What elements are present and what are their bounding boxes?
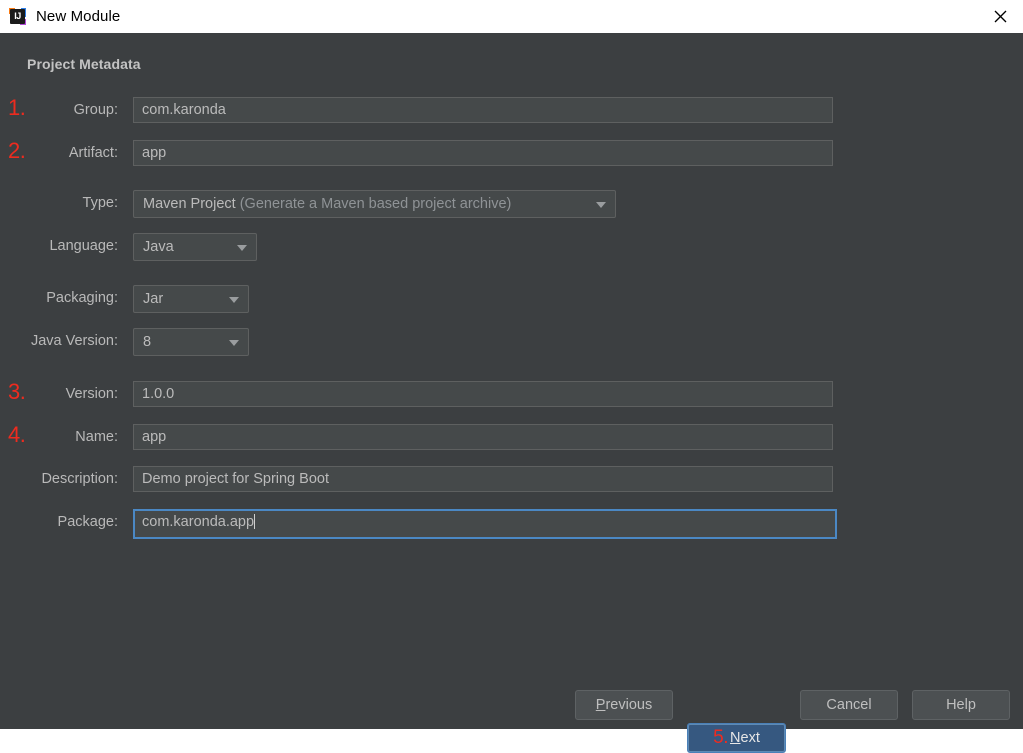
chevron-down-icon — [237, 245, 247, 251]
next-mnemonic: N — [730, 730, 740, 746]
combo-java-version[interactable]: 8 — [133, 328, 249, 356]
label-packaging: Packaging: — [0, 285, 118, 311]
combo-type-hint: (Generate a Maven based project archive) — [240, 196, 512, 212]
new-module-dialog: IJ New Module Project Metadata 1. Group:… — [0, 0, 1023, 729]
help-button[interactable]: Help — [912, 690, 1010, 720]
label-artifact: Artifact: — [0, 140, 118, 166]
cancel-button[interactable]: Cancel — [800, 690, 898, 720]
previous-button[interactable]: Previous — [575, 690, 673, 720]
input-package[interactable]: com.karonda.app — [133, 509, 837, 539]
chevron-down-icon — [596, 202, 606, 208]
label-type: Type: — [0, 190, 118, 216]
intellij-idea-icon: IJ — [9, 8, 26, 25]
combo-language-value: Java — [143, 239, 174, 255]
combo-type[interactable]: Maven Project (Generate a Maven based pr… — [133, 190, 616, 218]
label-group: Group: — [0, 97, 118, 123]
window-title: New Module — [36, 8, 120, 25]
input-package-value: com.karonda.app — [142, 514, 254, 530]
chevron-down-icon — [229, 297, 239, 303]
label-name: Name: — [0, 424, 118, 450]
annotation-number-5: 5. — [713, 727, 728, 748]
title-bar: IJ New Module — [0, 0, 1023, 33]
next-button[interactable]: 5.Next — [687, 723, 786, 753]
input-version[interactable]: 1.0.0 — [133, 381, 833, 407]
label-package: Package: — [0, 509, 118, 535]
previous-label: revious — [605, 697, 652, 713]
label-java-version: Java Version: — [0, 328, 118, 354]
label-version: Version: — [0, 381, 118, 407]
input-description[interactable]: Demo project for Spring Boot — [133, 466, 833, 492]
label-language: Language: — [0, 233, 118, 259]
label-description: Description: — [0, 466, 118, 492]
dialog-body: Project Metadata 1. Group: com.karonda 2… — [0, 33, 1023, 729]
input-artifact[interactable]: app — [133, 140, 833, 166]
combo-language[interactable]: Java — [133, 233, 257, 261]
input-group[interactable]: com.karonda — [133, 97, 833, 123]
combo-packaging[interactable]: Jar — [133, 285, 249, 313]
combo-type-value: Maven Project — [143, 196, 236, 212]
input-name[interactable]: app — [133, 424, 833, 450]
next-label: ext — [741, 730, 760, 746]
close-glyph — [994, 10, 1007, 23]
close-icon[interactable] — [977, 0, 1023, 33]
combo-java-version-value: 8 — [143, 334, 151, 350]
previous-mnemonic: P — [596, 697, 606, 713]
app-icon-text: IJ — [11, 10, 24, 23]
page-title: Project Metadata — [27, 56, 141, 72]
text-caret — [254, 514, 255, 529]
combo-packaging-value: Jar — [143, 291, 163, 307]
chevron-down-icon — [229, 340, 239, 346]
